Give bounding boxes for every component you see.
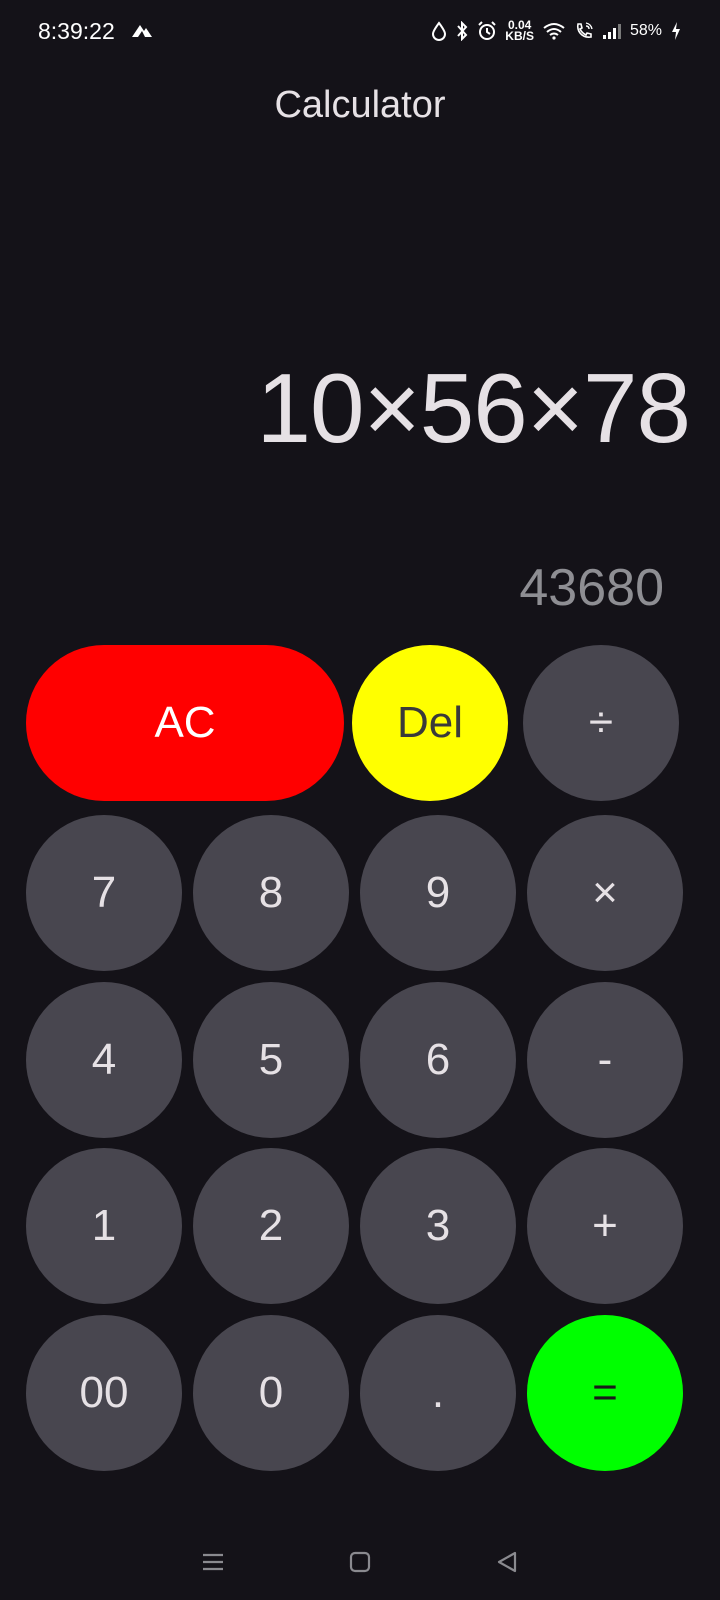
signal-icon xyxy=(602,22,622,40)
mountain-icon xyxy=(131,18,153,45)
equals-button[interactable]: = xyxy=(527,1315,683,1471)
drop-icon xyxy=(431,21,447,41)
digit-9-button[interactable]: 9 xyxy=(360,815,516,971)
status-right: 0.04 KB/S 58% xyxy=(431,19,682,43)
clear-all-button[interactable]: AC xyxy=(26,645,344,801)
home-icon[interactable] xyxy=(340,1542,380,1582)
digit-0-button[interactable]: 0 xyxy=(193,1315,349,1471)
digit-7-button[interactable]: 7 xyxy=(26,815,182,971)
status-bar: 8:39:22 0.04 KB/S 58% xyxy=(0,0,720,62)
charging-icon xyxy=(670,21,682,41)
plus-button[interactable]: + xyxy=(527,1148,683,1304)
divide-button[interactable]: ÷ xyxy=(523,645,679,801)
back-icon[interactable] xyxy=(487,1542,527,1582)
status-left: 8:39:22 xyxy=(38,18,153,45)
menu-icon[interactable] xyxy=(193,1542,233,1582)
digit-8-button[interactable]: 8 xyxy=(193,815,349,971)
net-speed: 0.04 KB/S xyxy=(505,19,534,43)
digit-1-button[interactable]: 1 xyxy=(26,1148,182,1304)
delete-button[interactable]: Del xyxy=(352,645,508,801)
battery-percent: 58% xyxy=(629,22,662,39)
wifi-call-icon xyxy=(574,21,594,41)
minus-button[interactable]: - xyxy=(527,982,683,1138)
decimal-point-button[interactable]: . xyxy=(360,1315,516,1471)
calculator-screen: 8:39:22 0.04 KB/S 58% Calculator 10×56×7… xyxy=(0,0,720,1600)
bluetooth-icon xyxy=(455,21,469,41)
alarm-icon xyxy=(477,21,497,41)
result-display: 43680 xyxy=(519,559,664,617)
double-zero-button[interactable]: 00 xyxy=(26,1315,182,1471)
digit-3-button[interactable]: 3 xyxy=(360,1148,516,1304)
digit-6-button[interactable]: 6 xyxy=(360,982,516,1138)
digit-2-button[interactable]: 2 xyxy=(193,1148,349,1304)
net-speed-unit: KB/S xyxy=(505,29,534,43)
digit-4-button[interactable]: 4 xyxy=(26,982,182,1138)
multiply-button[interactable]: × xyxy=(527,815,683,971)
digit-5-button[interactable]: 5 xyxy=(193,982,349,1138)
status-time: 8:39:22 xyxy=(38,17,115,44)
expression-display: 10×56×78 xyxy=(256,353,691,463)
page-title: Calculator xyxy=(274,84,446,126)
wifi-icon xyxy=(542,22,566,40)
navigation-bar xyxy=(0,1524,720,1600)
